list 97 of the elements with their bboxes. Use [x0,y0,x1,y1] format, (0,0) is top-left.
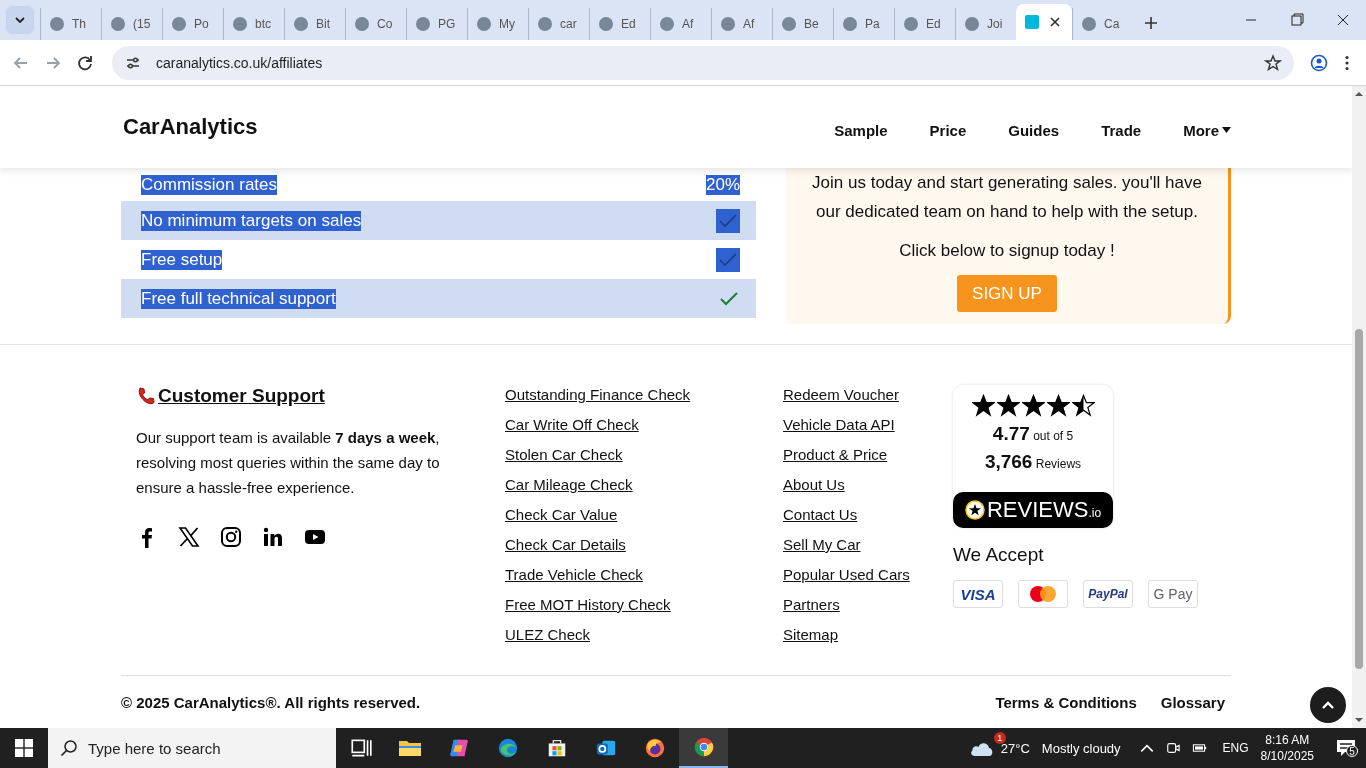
reviews-brand: REVIEWS.io [986,497,1102,523]
clock[interactable]: 8:16 AM 8/10/2025 [1260,732,1314,764]
taskbar-search-field[interactable]: Type here to search [48,728,336,768]
google-pay-logo: G Pay [1148,580,1198,608]
feature-label: Commission rates [141,174,278,195]
feature-label: Free setup [141,249,223,270]
url-text: caranalytics.co.uk/affiliates [156,54,324,71]
new-tab-icon[interactable] [1143,15,1159,31]
favicon-icon [476,16,492,32]
meet-now-icon[interactable] [1164,741,1181,755]
nav-link[interactable]: Guides [1008,121,1060,139]
favicon-icon [49,16,65,32]
footer-link[interactable]: Stolen Car Check [505,446,783,464]
reviews-widget[interactable]: 4.77 out of 5 3,766 Reviews REVIEWS.io [953,385,1113,528]
footer-link[interactable]: Contact Us [783,506,953,524]
favicon-icon [293,16,309,32]
favicon-icon [842,16,858,32]
scroll-top-button[interactable] [1310,687,1346,723]
signup-prompt: Click below to signup today ! [898,240,1116,262]
tab-search-button[interactable] [6,6,34,34]
favicon-icon [354,16,370,32]
mastercard-logo [1018,580,1068,608]
site-logo[interactable]: CarAnalytics [123,114,258,140]
caret-icon [1222,127,1231,133]
nav-link[interactable]: Sample [834,121,888,139]
favicon-icon [964,16,980,32]
nav-link[interactable]: More [1183,121,1231,139]
star-icon [1046,394,1070,417]
footer-link[interactable]: Popular Used Cars [783,566,953,584]
instagram-icon[interactable] [220,526,242,548]
footer-link[interactable]: Redeem Voucher [783,386,953,404]
footer-link[interactable]: Trade Vehicle Check [505,566,783,584]
favicon-icon [232,16,248,32]
visa-logo: VISA [953,580,1003,608]
address-bar[interactable]: caranalytics.co.uk/affiliates [112,45,1294,80]
paypal-logo: PayPal [1083,580,1133,608]
footer-link[interactable]: Check Car Details [505,536,783,554]
footer-link[interactable]: ULEZ Check [505,626,783,644]
footer-link[interactable]: Check Car Value [505,506,783,524]
star-icon [996,394,1020,417]
legal-link[interactable]: Glossary [1160,693,1225,711]
payments-heading: We Accept [953,544,1045,566]
favicon-icon [415,16,431,32]
battery-icon[interactable] [1190,741,1207,755]
windows-logo-icon [15,739,33,757]
support-text: Our support team is available 7 days a week, resolving most queries within the same day to ensure a hassle-free experience. [136,428,441,498]
check-icon [718,289,740,308]
footer-link[interactable]: Vehicle Data API [783,416,953,434]
footer-link[interactable]: About Us [783,476,953,494]
support-heading[interactable]: Customer Support [158,385,325,407]
footer-link[interactable]: Product & Price [783,446,953,464]
feature-label: Free full technical support [141,288,336,309]
favicon-icon [537,16,553,32]
star-icon [971,394,995,417]
footer-link[interactable]: Free MOT History Check [505,596,783,614]
review-count: 3,766 Reviews [983,451,1083,473]
rating-text: 4.77 out of 5 [991,423,1075,445]
legal-link[interactable]: Terms & Conditions [995,693,1137,711]
footer-link[interactable]: Car Write Off Check [505,416,783,434]
favicon-icon [659,16,675,32]
weather-badge: 1 [993,732,1006,744]
x-logo-icon[interactable] [178,526,200,548]
notifications-button[interactable]: 5 [1326,739,1366,757]
bookmark-star-icon[interactable] [1264,53,1282,72]
language-indicator[interactable]: ENG [1222,741,1249,755]
footer-link[interactable]: Sitemap [783,626,953,644]
copyright-text: © 2025 CarAnalytics®. All rights reserved. [121,693,421,711]
favicon-icon [1024,14,1040,30]
favicon-icon [903,16,919,32]
scroll-down-icon[interactable] [1355,716,1363,724]
footer-link[interactable]: Partners [783,596,953,614]
chrome-taskbar-icon[interactable] [679,728,728,768]
phone-icon [136,386,156,406]
footer-link[interactable]: Outstanding Finance Check [505,386,783,404]
profile-icon[interactable] [1310,53,1328,72]
scroll-up-icon[interactable] [1355,90,1363,98]
star-icon [1071,394,1095,417]
reviews-logo-icon [964,500,985,520]
linkedin-icon[interactable] [262,526,284,548]
footer-link[interactable]: Car Mileage Check [505,476,783,494]
favicon-icon [598,16,614,32]
favicon-icon [171,16,187,32]
chevron-down-icon [14,14,26,26]
favicon-icon [781,16,797,32]
scrollbar[interactable] [1352,86,1366,728]
weather-text: Mostly cloudy [1041,740,1121,756]
favicon-icon [110,16,126,32]
nav-link[interactable]: Price [929,121,967,139]
feature-label: No minimum targets on sales [141,210,362,231]
footer-link[interactable]: Sell My Car [783,536,953,554]
favicon-icon [1081,16,1097,32]
chevron-up-icon [1321,700,1335,710]
signup-text: Join us today and start generating sales. you'll have our dedicated team on hand to help with the setup. [811,172,1203,223]
nav-link[interactable]: Trade [1101,121,1142,139]
commission-value: 20% [705,174,740,195]
star-icon [1021,394,1045,417]
favicon-icon [720,16,736,32]
